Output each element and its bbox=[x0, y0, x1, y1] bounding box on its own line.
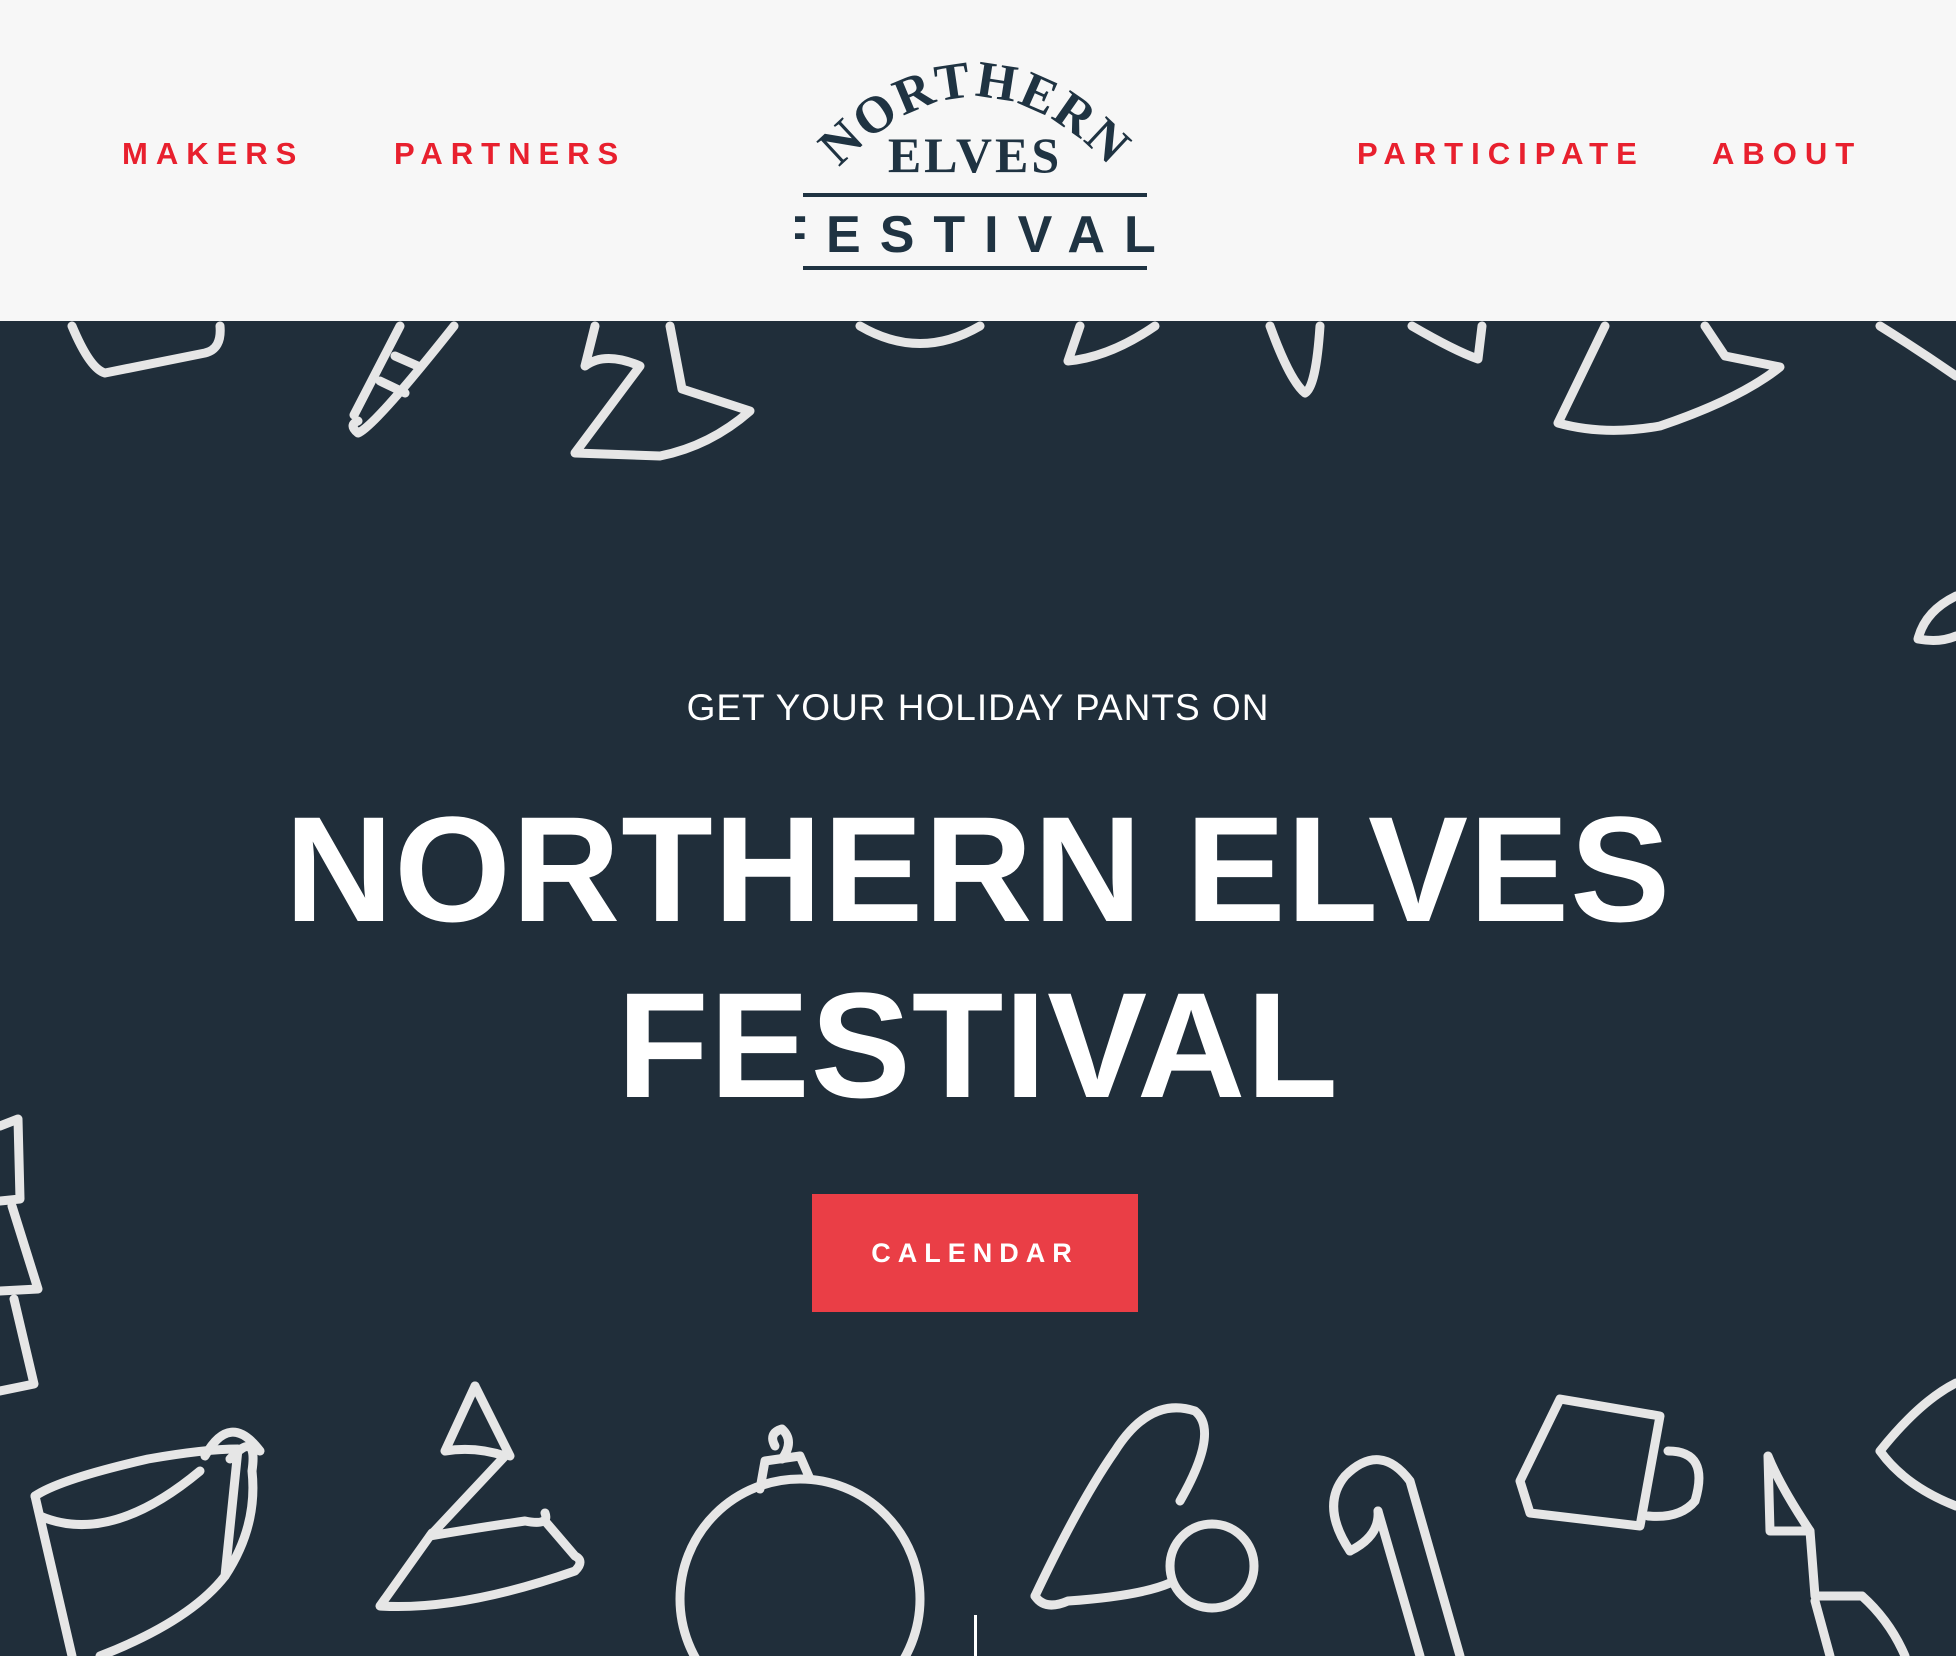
elf-hat-icon bbox=[1913, 591, 1956, 645]
mug-icon bbox=[1515, 1394, 1704, 1531]
elf-hat-icon bbox=[1407, 321, 1487, 364]
elf-hat-icon bbox=[1063, 321, 1160, 366]
nav-partners[interactable]: PARTNERS bbox=[394, 136, 626, 172]
candy-cane-icon bbox=[1329, 1455, 1465, 1656]
coffee-cup-icon bbox=[30, 1427, 265, 1656]
elf-hat-icon bbox=[1875, 1378, 1956, 1511]
calendar-button[interactable]: CALENDAR bbox=[812, 1194, 1138, 1312]
headline-line-2: FESTIVAL bbox=[617, 961, 1339, 1129]
elf-hat-icon bbox=[1030, 1403, 1259, 1613]
christmas-tree-icon bbox=[570, 321, 755, 461]
nav-makers[interactable]: MAKERS bbox=[122, 136, 304, 172]
christmas-tree-icon bbox=[1763, 1451, 1910, 1656]
nav-about[interactable]: ABOUT bbox=[1712, 136, 1862, 172]
ornament-icon bbox=[855, 321, 985, 348]
hero-headline: NORTHERN ELVES FESTIVAL bbox=[0, 781, 1956, 1133]
hero-tagline: GET YOUR HOLIDAY PANTS ON bbox=[686, 687, 1270, 728]
headline-line-1: NORTHERN ELVES bbox=[284, 785, 1672, 953]
christmas-tree-icon bbox=[375, 1381, 585, 1612]
hero-section: GET YOUR HOLIDAY PANTS ON NORTHERN ELVES… bbox=[0, 321, 1956, 1656]
mug-icon bbox=[67, 321, 225, 378]
site-logo[interactable]: NORTHERN ELVES FESTIVAL bbox=[795, 42, 1155, 282]
christmas-tree-icon bbox=[1553, 321, 1785, 435]
candy-cane-icon bbox=[348, 321, 459, 438]
nav-participate[interactable]: PARTICIPATE bbox=[1357, 136, 1645, 172]
candy-cane-icon bbox=[1265, 321, 1325, 398]
ornament-icon bbox=[675, 1424, 925, 1656]
logo-middle-text: ELVES bbox=[888, 127, 1062, 183]
scroll-indicator bbox=[974, 1615, 977, 1656]
logo-bottom-text: FESTIVAL bbox=[795, 206, 1155, 264]
logo-graphic: NORTHERN ELVES FESTIVAL bbox=[795, 51, 1155, 270]
mug-icon bbox=[1875, 321, 1956, 381]
christmas-tree-icon bbox=[0, 1114, 43, 1396]
site-header: MAKERS PARTNERS NORTHERN ELVES FESTIVAL … bbox=[0, 0, 1956, 321]
